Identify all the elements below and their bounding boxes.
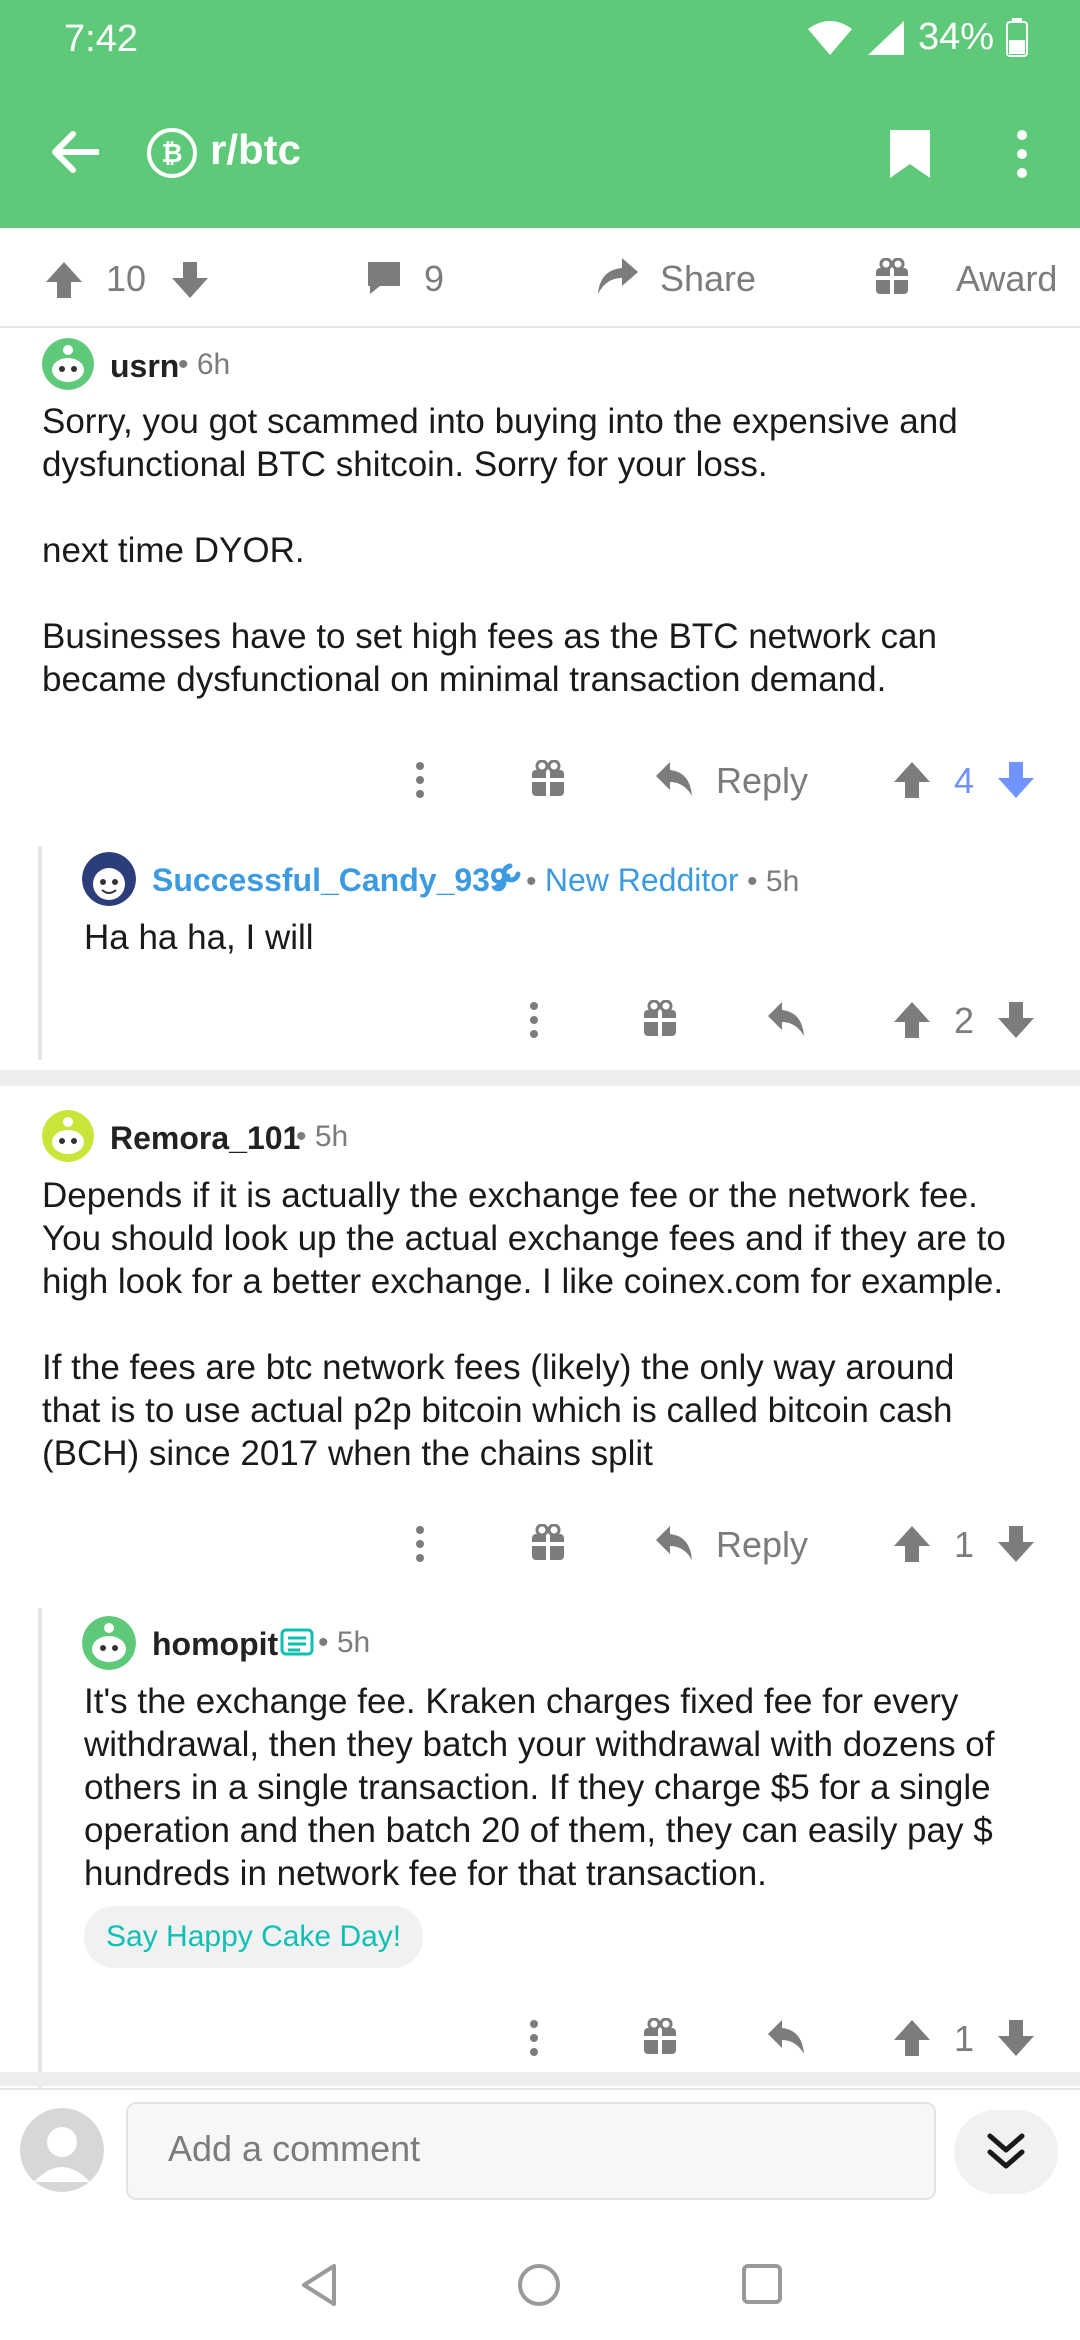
comment-score: 2 (954, 1000, 975, 1041)
award-gift-icon[interactable] (642, 2018, 678, 2056)
upvote-icon[interactable] (44, 260, 84, 300)
nav-back-icon[interactable] (298, 2262, 340, 2308)
share-icon[interactable] (596, 256, 640, 296)
comment-body: Sorry, you got scammed into buying into … (42, 402, 958, 699)
post-action-bar: 10 9 Share Award (0, 228, 1080, 328)
status-time: 7:42 (64, 18, 138, 60)
more-options-icon[interactable] (414, 1524, 426, 1564)
bookmark-icon[interactable] (884, 126, 936, 182)
reply-icon[interactable] (766, 1000, 806, 1038)
comment-body: It's the exchange fee. Kraken charges fi… (84, 1682, 995, 1893)
comment-meta: • New Redditor • 5h (526, 862, 800, 898)
upvote-icon[interactable] (892, 1524, 932, 1564)
award-gift-icon[interactable] (530, 760, 566, 798)
mod-flair-icon (280, 1628, 314, 1656)
system-nav-bar (0, 2218, 1080, 2340)
comment-count: 9 (424, 258, 445, 299)
comment-time: 5h (765, 865, 800, 898)
more-options-icon[interactable] (528, 2018, 540, 2058)
user-avatar[interactable] (42, 338, 94, 390)
comment-meta: • 5h (318, 1626, 371, 1659)
upvote-icon[interactable] (892, 2018, 932, 2058)
wifi-icon (807, 20, 852, 55)
comment: Remora_101 • 5h Depends if it is actuall… (0, 1100, 1080, 2154)
subreddit-title[interactable]: r/btc (210, 126, 301, 174)
signal-icon (867, 20, 904, 55)
app-header: 7:42 34% ₿ r/btc (0, 0, 1080, 228)
comment-username[interactable]: Remora_101 (110, 1120, 300, 1157)
comment-body: Ha ha ha, I will (84, 918, 314, 957)
user-avatar[interactable] (42, 1110, 94, 1162)
more-options-icon[interactable] (414, 760, 426, 800)
more-options-icon[interactable] (528, 1000, 540, 1040)
comment-username[interactable]: homopit (152, 1626, 278, 1663)
comment-score: 1 (954, 2018, 975, 2059)
reply-icon[interactable] (766, 2018, 806, 2056)
comment-username[interactable]: Successful_Candy_939 (152, 862, 508, 899)
award-label[interactable]: Award (956, 258, 1057, 300)
downvote-icon[interactable] (996, 1524, 1036, 1564)
comment-time: 5h (336, 1626, 371, 1659)
cake-day-chip[interactable]: Say Happy Cake Day! (84, 1906, 424, 1968)
share-label[interactable]: Share (660, 258, 756, 300)
comment-score: 4 (954, 760, 975, 801)
battery-icon (1006, 17, 1028, 57)
downvote-icon-active[interactable] (996, 760, 1036, 800)
comment: usrn • 6h Sorry, you got scammed into bu… (0, 328, 1080, 1068)
wrench-flair-icon (493, 863, 521, 891)
upvote-icon[interactable] (892, 1000, 932, 1040)
post-score: 10 (106, 258, 147, 299)
status-icons: 34% (806, 16, 1028, 59)
comment-time: 5h (314, 1120, 349, 1153)
reply-label[interactable]: Reply (716, 760, 808, 802)
reply-icon[interactable] (654, 1524, 694, 1562)
add-comment-placeholder: Add a comment (168, 2128, 421, 2169)
comment-icon[interactable] (364, 258, 404, 298)
back-arrow-icon[interactable] (46, 124, 102, 180)
downvote-icon[interactable] (996, 2018, 1036, 2058)
user-flair: New Redditor (544, 862, 739, 898)
comment-divider (0, 2072, 1080, 2086)
double-chevron-down-icon (987, 2133, 1025, 2169)
comment-time: 6h (196, 348, 231, 381)
svg-text:₿: ₿ (161, 138, 182, 168)
more-options-icon[interactable] (1004, 126, 1040, 182)
bitcoin-community-icon: ₿ (146, 127, 198, 179)
user-avatar[interactable] (82, 1616, 136, 1670)
comment-username[interactable]: usrn (110, 348, 179, 385)
collapse-threads-button[interactable] (954, 2110, 1058, 2194)
nav-recents-icon[interactable] (740, 2262, 784, 2306)
comment-divider (0, 1070, 1080, 1086)
award-gift-icon[interactable] (530, 1524, 566, 1562)
comment-meta: • 5h (296, 1120, 349, 1153)
current-user-avatar[interactable] (20, 2108, 104, 2192)
downvote-icon[interactable] (170, 260, 210, 300)
award-gift-icon[interactable] (642, 1000, 678, 1038)
battery-percent: 34% (917, 16, 994, 58)
reply-icon[interactable] (654, 760, 694, 798)
comment-meta: • 6h (178, 348, 231, 381)
downvote-icon[interactable] (996, 1000, 1036, 1040)
nav-home-icon[interactable] (516, 2262, 562, 2308)
reply-label[interactable]: Reply (716, 1524, 808, 1566)
user-avatar[interactable] (82, 852, 136, 906)
comment-body: Depends if it is actually the exchange f… (42, 1176, 1006, 1473)
comment-score: 1 (954, 1524, 975, 1565)
thread-line[interactable] (38, 846, 42, 1060)
award-gift-icon[interactable] (874, 258, 910, 296)
upvote-icon[interactable] (892, 760, 932, 800)
